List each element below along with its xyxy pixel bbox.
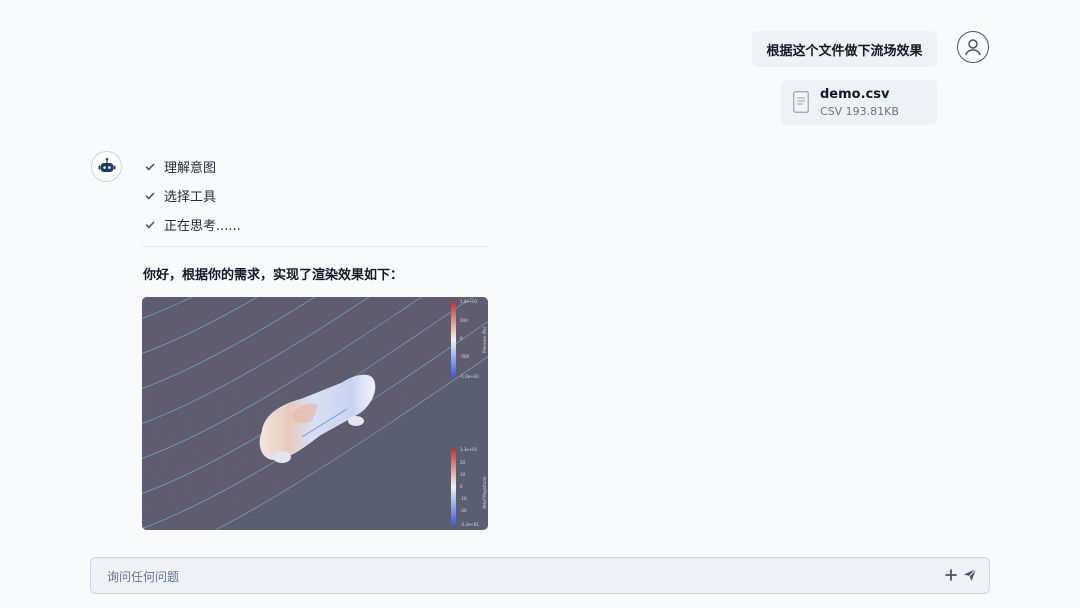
check-icon <box>145 221 155 228</box>
colorbar-title: Pressure (Pa) <box>482 326 487 353</box>
attachment-card[interactable]: demo.csv CSV 193.81KB <box>781 80 937 125</box>
colorbar-tick: 500 <box>460 318 468 323</box>
user-avatar-icon[interactable] <box>957 31 989 63</box>
colorbar-title: Veluf Magnitude <box>482 476 487 509</box>
reasoning-steps: 理解意图 选择工具 正在思考...... <box>145 152 241 239</box>
colorbar-tick: -3.3e+01 <box>460 522 479 527</box>
plus-icon[interactable] <box>943 567 959 583</box>
check-icon <box>145 192 155 199</box>
document-icon <box>793 91 809 113</box>
check-icon <box>145 163 155 170</box>
colorbar-tick: -10 <box>460 496 467 501</box>
attachment-file-name: demo.csv <box>820 87 890 102</box>
colorbar-tick: -500 <box>460 354 470 359</box>
attachment-file-meta: CSV 193.81KB <box>820 105 899 118</box>
chat-input-bar <box>90 557 990 595</box>
assistant-response-text: 你好，根据你的需求，实现了渲染效果如下： <box>143 268 404 283</box>
step-item: 选择工具 <box>145 181 241 210</box>
send-icon[interactable] <box>962 567 978 583</box>
user-message-bubble: 根据这个文件做下流场效果 <box>752 31 937 67</box>
colorbar-tick: 20 <box>460 460 466 465</box>
step-label: 理解意图 <box>164 161 217 176</box>
step-label: 正在思考...... <box>164 219 241 234</box>
colorbar-tick: -20 <box>460 508 467 513</box>
chat-input[interactable] <box>105 558 909 595</box>
user-message-text: 根据这个文件做下流场效果 <box>766 43 923 59</box>
step-item: 正在思考...... <box>145 210 241 239</box>
divider <box>142 246 488 247</box>
colorbar-tick: 3.3e+01 <box>460 447 478 452</box>
step-item: 理解意图 <box>145 152 241 181</box>
colorbar-tick: 10 <box>460 472 466 477</box>
colorbar-tick: -1.0e+03 <box>460 374 479 379</box>
robot-icon <box>91 151 122 182</box>
colorbar-tick: 1.0e+03 <box>460 299 478 304</box>
flow-field-render-image[interactable]: 1.0e+03 500 0 -500 -1.0e+03 Pressure (Pa… <box>142 297 488 530</box>
step-label: 选择工具 <box>164 190 217 205</box>
